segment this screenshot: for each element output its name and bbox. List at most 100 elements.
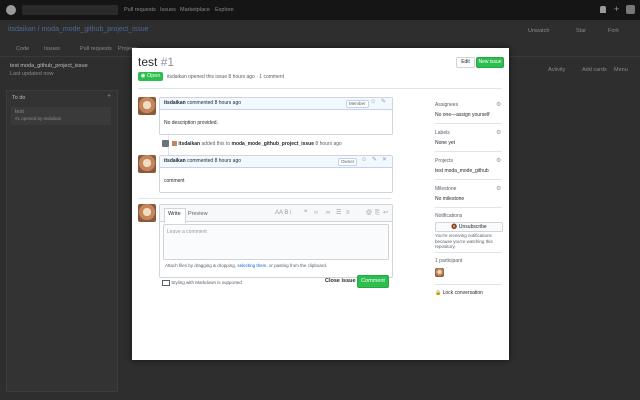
select-files-link[interactable]: selecting them xyxy=(237,263,266,268)
issue-title: test #1 xyxy=(138,55,174,69)
unwatch-button[interactable]: Unwatch xyxy=(528,28,549,34)
notifications-label: Notifications xyxy=(435,213,463,219)
star-button[interactable]: Star xyxy=(576,28,586,34)
edit-comment-icon[interactable]: ✎ xyxy=(381,98,386,106)
nav-explore[interactable]: Explore xyxy=(215,7,234,13)
tab-pull-requests[interactable]: Pull requests xyxy=(80,46,112,52)
projects-gear-icon[interactable]: ⚙ xyxy=(496,157,501,164)
issue-title-text: test xyxy=(138,55,158,69)
search-input[interactable] xyxy=(22,5,118,15)
tab-issues[interactable]: Issues xyxy=(44,46,60,52)
lock-conversation[interactable]: 🔒 Lock conversation xyxy=(435,290,483,296)
comment-body: comment xyxy=(164,178,185,184)
edit-comment-icon[interactable]: ✎ xyxy=(372,156,377,164)
status-badge: ◉ Open xyxy=(138,72,163,81)
comment-author[interactable]: itsdaikan xyxy=(164,100,186,106)
close-issue-button[interactable]: Close issue xyxy=(325,278,356,284)
member-badge: Member xyxy=(346,100,369,108)
plus-icon[interactable]: + xyxy=(614,4,619,14)
project-subtitle: Last updated now xyxy=(10,71,54,77)
board-column: To do + test #1 opened by itsdaikan xyxy=(6,90,118,392)
mention-icon[interactable]: @ xyxy=(366,209,372,217)
markdown-note-text: Styling with Markdown is supported xyxy=(171,280,242,286)
reference-icon[interactable]: ⎘ xyxy=(375,209,380,217)
sidebar-divider xyxy=(435,151,502,152)
milestone-value: No milestone xyxy=(435,196,465,202)
attach-hint: Attach files by dragging & dropping, sel… xyxy=(165,263,327,268)
event-author[interactable]: itsdaikan xyxy=(178,141,200,147)
markdown-note[interactable]: Styling with Markdown is supported xyxy=(162,280,242,286)
status-badge-label: Open xyxy=(146,73,161,79)
assignees-gear-icon[interactable]: ⚙ xyxy=(496,101,501,108)
bell-icon[interactable] xyxy=(600,6,606,13)
project-event: itsdaikan added this to moda_mode_github… xyxy=(172,141,342,147)
edit-button[interactable]: Edit xyxy=(456,57,475,68)
top-navbar: Pull requests Issues Marketplace Explore… xyxy=(0,0,640,20)
card-subtitle: #1 opened by itsdaikan xyxy=(15,116,62,121)
projects-value[interactable]: test moda_mode_github xyxy=(435,168,489,174)
avatar[interactable] xyxy=(626,5,635,14)
project-title: test moda_github_project_issue xyxy=(10,63,88,69)
lock-icon: 🔒 xyxy=(435,290,442,296)
new-issue-button[interactable]: New issue xyxy=(476,57,504,68)
unsubscribe-button[interactable]: 🔕 Unsubscribe xyxy=(435,222,503,232)
comment-placeholder: Leave a comment xyxy=(167,229,207,235)
mute-icon: 🔕 xyxy=(451,224,458,230)
owner-badge: Owner xyxy=(338,158,358,166)
sidebar-divider xyxy=(435,179,502,180)
project-event-icon xyxy=(162,140,169,147)
card-title: test xyxy=(15,109,24,115)
board-add-cards[interactable]: Add cards xyxy=(582,67,607,73)
numbered-list-icon[interactable]: ≡ xyxy=(346,209,350,217)
avatar[interactable] xyxy=(138,97,156,115)
bullet-list-icon[interactable]: ☰ xyxy=(336,209,341,217)
repo-path[interactable]: itsdaikan / moda_mode_github_project_iss… xyxy=(8,26,148,33)
assignees-value[interactable]: No one—assign yourself xyxy=(435,112,489,118)
lock-conversation-label: Lock conversation xyxy=(442,290,483,296)
github-logo-icon[interactable] xyxy=(6,5,16,15)
code-icon[interactable]: ‹› xyxy=(314,209,318,217)
tab-code[interactable]: Code xyxy=(16,46,29,52)
labels-gear-icon[interactable]: ⚙ xyxy=(496,129,501,136)
nav-pull-requests[interactable]: Pull requests xyxy=(124,7,156,13)
heading-icon[interactable]: AA B i xyxy=(275,209,291,217)
comment-button[interactable]: Comment xyxy=(357,275,389,288)
sidebar-divider xyxy=(435,123,502,124)
milestone-gear-icon[interactable]: ⚙ xyxy=(496,185,501,192)
comment-header-text: commented 8 hours ago xyxy=(187,100,241,106)
nav-marketplace[interactable]: Marketplace xyxy=(180,7,210,13)
fork-button[interactable]: Fork xyxy=(608,28,619,34)
event-target[interactable]: moda_mode_github_project_issue xyxy=(232,141,315,147)
avatar xyxy=(138,204,156,222)
saved-reply-icon[interactable]: ↩ xyxy=(383,209,388,217)
labels-value: None yet xyxy=(435,140,456,146)
tab-write-label[interactable]: Write xyxy=(168,211,181,217)
attach-hint-suffix: , or pasting from the clipboard. xyxy=(266,263,328,268)
comment-author-line: itsdaikan commented 8 hours ago xyxy=(164,158,241,164)
participants-label: 1 participant xyxy=(435,258,463,264)
column-add-icon[interactable]: + xyxy=(107,93,111,100)
comment-header-text: commented 8 hours ago xyxy=(187,158,241,164)
column-title: To do xyxy=(12,95,26,101)
markdown-icon xyxy=(162,280,170,286)
avatar[interactable] xyxy=(138,155,156,173)
event-text: added this to xyxy=(201,141,231,147)
quote-icon[interactable]: ❝ xyxy=(304,209,307,217)
comment-author[interactable]: itsdaikan xyxy=(164,158,186,164)
nav-issues[interactable]: Issues xyxy=(160,7,176,13)
event-time: 8 hours ago xyxy=(315,141,342,147)
board-activity[interactable]: Activity xyxy=(548,67,565,73)
column-card[interactable]: test #1 opened by itsdaikan xyxy=(11,107,111,125)
notifications-note: You're receiving notifications because y… xyxy=(435,233,493,249)
header-divider xyxy=(138,88,502,89)
delete-comment-icon[interactable]: ✕ xyxy=(382,156,387,164)
tab-preview[interactable]: Preview xyxy=(188,211,208,217)
participant-avatar[interactable] xyxy=(435,268,444,277)
issue-number: #1 xyxy=(160,55,175,69)
comment-body: No description provided. xyxy=(164,120,218,126)
timeline-divider xyxy=(138,198,391,199)
emoji-reaction-icon[interactable]: ☺ xyxy=(361,156,367,164)
board-menu[interactable]: Menu xyxy=(614,67,628,73)
link-icon[interactable]: ∞ xyxy=(326,209,330,217)
emoji-reaction-icon[interactable]: ☺ xyxy=(370,98,376,106)
